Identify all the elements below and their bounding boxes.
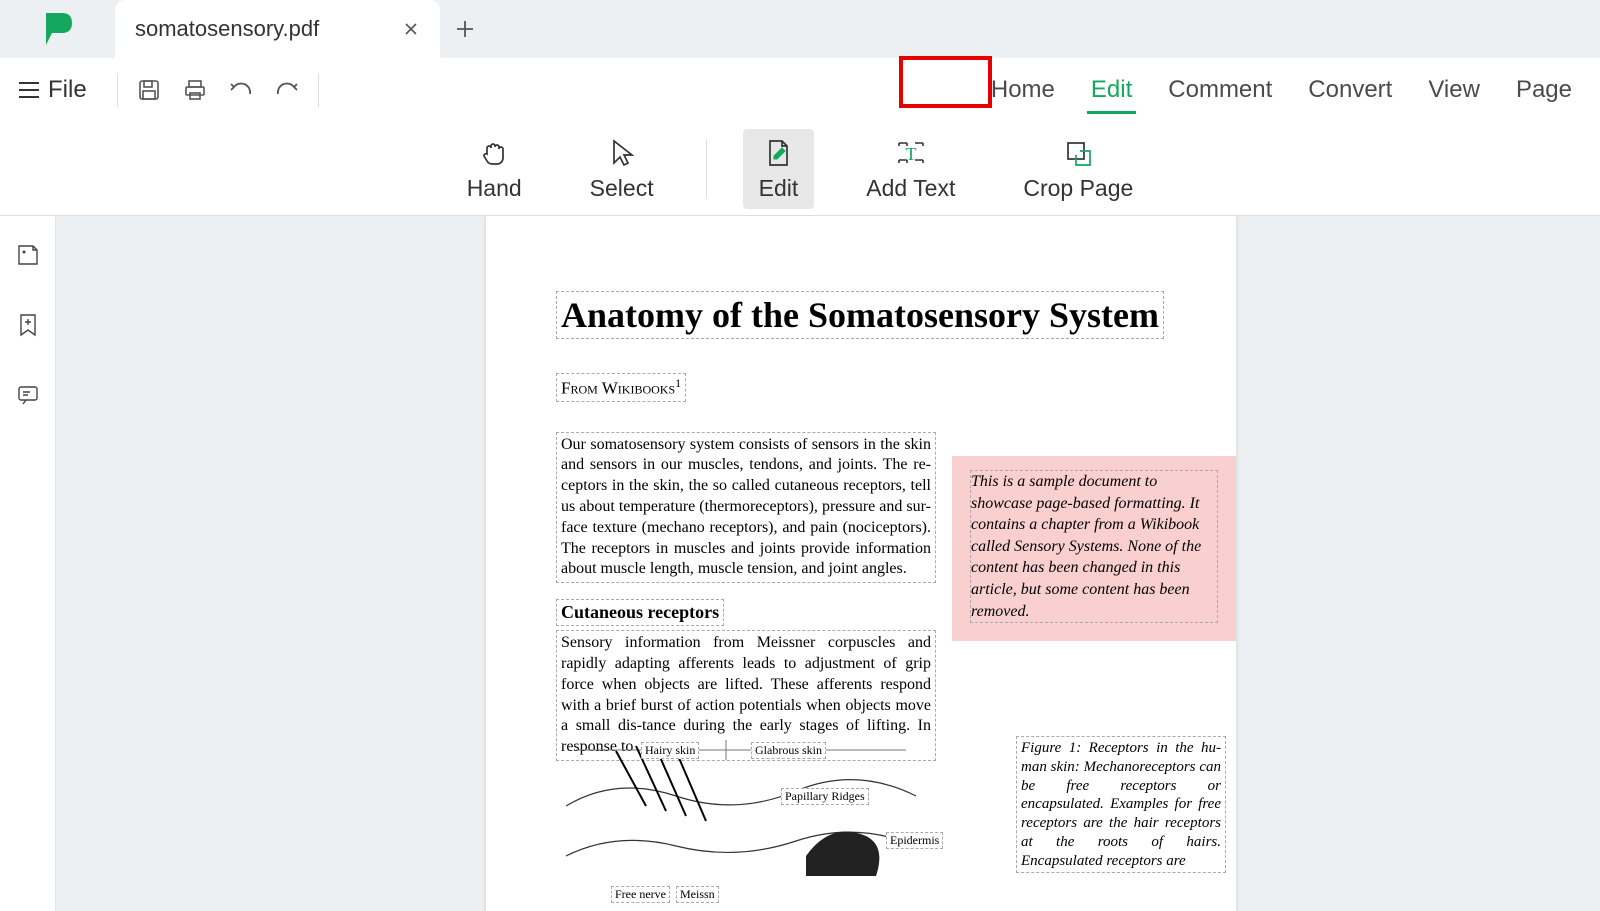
- fig-label-meiss[interactable]: Meissn: [676, 886, 719, 903]
- doc-source-label: From Wikibooks: [561, 379, 675, 398]
- hamburger-icon: [18, 81, 40, 99]
- tool-add-text[interactable]: T Add Text: [850, 129, 971, 209]
- tab-filename: somatosensory.pdf: [135, 16, 319, 42]
- new-tab-button[interactable]: [440, 0, 490, 58]
- doc-source-sup: 1: [675, 376, 681, 390]
- print-icon: [183, 78, 207, 102]
- tool-crop-page-label: Crop Page: [1023, 175, 1133, 202]
- thumbnails-icon[interactable]: [13, 240, 43, 270]
- tab-view[interactable]: View: [1410, 58, 1498, 122]
- separator: [706, 139, 707, 199]
- pink-callout-text[interactable]: This is a sample document to showcase pa…: [970, 470, 1218, 623]
- tab-edit[interactable]: Edit: [1073, 58, 1150, 122]
- pdf-page: Anatomy of the Somatosensory System From…: [486, 216, 1236, 911]
- app-logo: [0, 0, 115, 58]
- doc-title-box[interactable]: Anatomy of the Somatosensory System: [556, 291, 1164, 339]
- document-tab[interactable]: somatosensory.pdf: [115, 0, 440, 58]
- titlebar: somatosensory.pdf: [0, 0, 1600, 58]
- separator: [318, 73, 319, 107]
- tool-hand-label: Hand: [467, 175, 522, 202]
- comments-panel-icon[interactable]: [13, 380, 43, 410]
- tool-edit-label: Edit: [759, 175, 799, 202]
- fig-label-free[interactable]: Free nerve: [611, 886, 670, 903]
- add-text-icon: T: [894, 135, 928, 171]
- undo-icon: [228, 80, 254, 100]
- tab-page-label: Page: [1516, 76, 1572, 104]
- fig-label-hairy[interactable]: Hairy skin: [641, 742, 699, 759]
- doc-subhead-box[interactable]: Cutaneous receptors: [556, 599, 724, 626]
- crop-icon: [1063, 135, 1093, 171]
- file-menu[interactable]: File: [18, 76, 87, 104]
- separator: [117, 73, 118, 107]
- doc-source-box[interactable]: From Wikibooks1: [556, 373, 686, 402]
- tool-add-text-label: Add Text: [866, 175, 955, 202]
- doc-para1-box[interactable]: Our somatosensory system consists of sen…: [556, 432, 936, 584]
- main-tabs: Home Edit Comment Convert View Page: [973, 58, 1590, 122]
- save-icon: [137, 78, 161, 102]
- file-menu-label: File: [48, 76, 87, 104]
- redo-icon: [274, 80, 300, 100]
- tool-hand[interactable]: Hand: [451, 129, 538, 209]
- tab-edit-label: Edit: [1091, 76, 1132, 104]
- tab-home[interactable]: Home: [973, 58, 1073, 122]
- figure-diagram: Hairy skin Glabrous skin Papillary Ridge…: [556, 736, 926, 906]
- figure-caption-region: Figure 1: Receptors in the hu-man skin: …: [1016, 736, 1226, 873]
- figure-caption-box[interactable]: Figure 1: Receptors in the hu-man skin: …: [1016, 736, 1226, 873]
- edit-page-icon: [763, 135, 793, 171]
- undo-button[interactable]: [218, 70, 264, 110]
- tab-page[interactable]: Page: [1498, 58, 1590, 122]
- close-tab-icon[interactable]: [400, 18, 422, 40]
- save-button[interactable]: [126, 70, 172, 110]
- tab-comment-label: Comment: [1168, 76, 1272, 104]
- workspace: Anatomy of the Somatosensory System From…: [0, 216, 1600, 911]
- fig-label-glabrous[interactable]: Glabrous skin: [751, 742, 826, 759]
- pink-callout: This is a sample document to showcase pa…: [952, 456, 1236, 641]
- tab-convert-label: Convert: [1308, 76, 1392, 104]
- fig-label-papillary[interactable]: Papillary Ridges: [781, 788, 869, 805]
- print-button[interactable]: [172, 70, 218, 110]
- tool-select[interactable]: Select: [574, 129, 670, 209]
- cursor-icon: [608, 135, 636, 171]
- left-sidebar: [0, 216, 56, 911]
- svg-text:T: T: [905, 144, 916, 164]
- tab-home-label: Home: [991, 76, 1055, 104]
- tool-crop-page[interactable]: Crop Page: [1007, 129, 1149, 209]
- tab-comment[interactable]: Comment: [1150, 58, 1290, 122]
- menubar: File Home Edit Comment Convert View Page: [0, 58, 1600, 122]
- tool-edit[interactable]: Edit: [743, 129, 815, 209]
- redo-button[interactable]: [264, 70, 310, 110]
- bookmark-add-icon[interactable]: [13, 310, 43, 340]
- tool-select-label: Select: [590, 175, 654, 202]
- document-canvas[interactable]: Anatomy of the Somatosensory System From…: [56, 216, 1600, 911]
- tab-convert[interactable]: Convert: [1290, 58, 1410, 122]
- hand-icon: [479, 135, 509, 171]
- tab-view-label: View: [1428, 76, 1480, 104]
- edit-ribbon: Hand Select Edit T Add Text Crop Page: [0, 122, 1600, 216]
- fig-label-epidermis[interactable]: Epidermis: [886, 832, 943, 849]
